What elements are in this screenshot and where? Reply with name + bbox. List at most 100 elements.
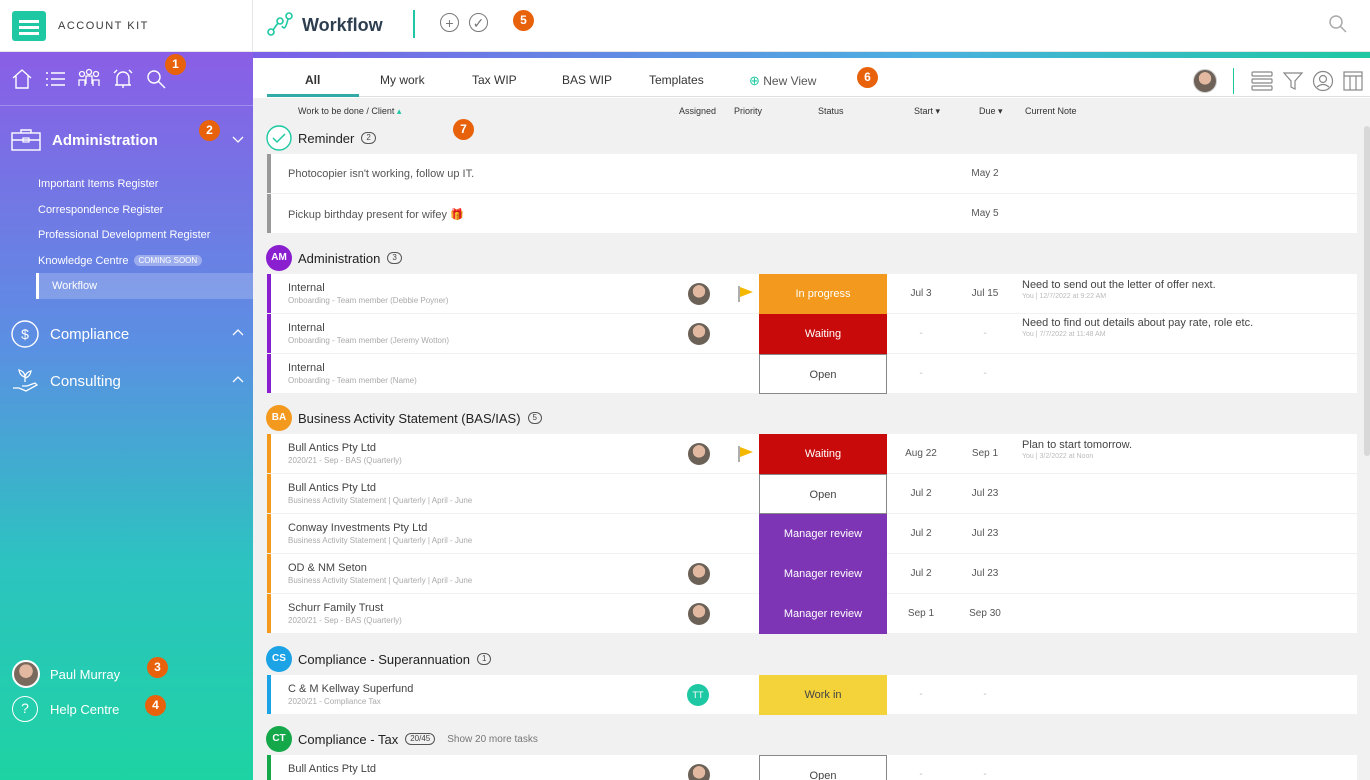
group-header-bas[interactable]: BA Business Activity Statement (BAS/IAS)… (266, 405, 542, 431)
callout-badge-4: 4 (145, 695, 166, 716)
status-cell[interactable]: Open (759, 474, 887, 514)
new-view-button[interactable]: ⊕ New View (749, 73, 816, 89)
priority-flag-icon[interactable] (737, 445, 755, 463)
status-cell[interactable]: Waiting (759, 434, 887, 474)
check-circle-icon[interactable]: ✓ (469, 13, 488, 32)
table-row[interactable]: Pickup birthday present for wifey 🎁 May … (267, 194, 1357, 233)
status-cell[interactable]: Waiting (759, 314, 887, 354)
group-avatar: CT (266, 726, 292, 752)
tab-templates[interactable]: Templates (649, 73, 704, 87)
table-row[interactable]: Internal Onboarding - Team member (Name)… (267, 354, 1357, 394)
tab-my-work[interactable]: My work (380, 73, 425, 87)
status-cell[interactable]: Open (759, 354, 887, 394)
assignee-avatar[interactable] (688, 563, 710, 585)
briefcase-icon (11, 129, 41, 151)
group-avatar: CS (266, 646, 292, 672)
due-date: Sep 1 (971, 448, 999, 459)
note-meta: You | 12/7/2022 at 9:22 AM (1022, 293, 1107, 300)
new-view-label: New View (763, 74, 817, 88)
status-cell[interactable]: Manager review (759, 514, 887, 554)
table-row[interactable]: Internal Onboarding - Team member (Debbi… (267, 274, 1357, 314)
assignee-avatar[interactable] (688, 764, 710, 780)
help-centre-link[interactable]: ? Help Centre (12, 696, 119, 722)
assignee-avatar[interactable] (688, 603, 710, 625)
table-row[interactable]: Bull Antics Pty Ltd Business Activity St… (267, 474, 1357, 514)
col-header-due[interactable]: Due ▾ (979, 106, 1003, 117)
tab-tax-wip[interactable]: Tax WIP (472, 73, 517, 87)
group-name: Compliance - Superannuation (298, 651, 470, 667)
sidebar-item-knowledge-centre[interactable]: Knowledge Centre COMING SOON (38, 255, 203, 267)
table-row[interactable]: Bull Antics Pty Ltd Open - - (267, 755, 1357, 780)
user-profile[interactable]: Paul Murray (12, 660, 120, 688)
alarm-icon[interactable] (111, 66, 135, 92)
status-cell[interactable]: Open (759, 755, 887, 780)
col-header-assigned[interactable]: Assigned (679, 106, 716, 116)
group-header-compliance-superannuation[interactable]: CS Compliance - Superannuation 1 (266, 646, 492, 672)
current-note[interactable]: Need to find out details about pay rate,… (1022, 318, 1262, 339)
task-subtitle: 2020/21 - Compliance Tax (288, 697, 381, 706)
chevron-up-icon[interactable] (231, 326, 245, 340)
chevron-down-icon[interactable] (231, 132, 245, 146)
sidebar-section-consulting[interactable]: Consulting (0, 362, 253, 400)
table-row[interactable]: OD & NM Seton Business Activity Statemen… (267, 554, 1357, 594)
avatar[interactable] (1193, 69, 1217, 93)
table-row[interactable]: Internal Onboarding - Team member (Jerem… (267, 314, 1357, 354)
page-title-text: Workflow (302, 14, 383, 35)
group-header-reminder[interactable]: Reminder 2 (266, 125, 376, 151)
group-header-administration[interactable]: AM Administration 3 (266, 245, 402, 271)
sidebar-item-correspondence-register[interactable]: Correspondence Register (38, 204, 163, 216)
tab-bas-wip[interactable]: BAS WIP (562, 73, 612, 87)
scrollbar[interactable] (1364, 126, 1370, 456)
table-row[interactable]: Schurr Family Trust 2020/21 - Sep - BAS … (267, 594, 1357, 634)
priority-flag-icon[interactable] (737, 285, 755, 303)
client-name: OD & NM Seton (288, 562, 367, 574)
add-icon[interactable]: + (440, 13, 459, 32)
current-note[interactable]: Need to send out the letter of offer nex… (1022, 280, 1262, 301)
table-row[interactable]: Photocopier isn't working, follow up IT.… (267, 154, 1357, 193)
sidebar-item-professional-development-register[interactable]: Professional Development Register (38, 229, 210, 241)
help-icon: ? (12, 696, 38, 722)
chevron-up-icon[interactable] (231, 373, 245, 387)
assignee-avatar[interactable] (688, 443, 710, 465)
col-header-start[interactable]: Start ▾ (914, 106, 940, 117)
sidebar-section-compliance[interactable]: $ Compliance (0, 315, 253, 353)
col-header-priority[interactable]: Priority (734, 106, 762, 116)
table-row[interactable]: Conway Investments Pty Ltd Business Acti… (267, 514, 1357, 554)
assignee-avatar[interactable] (688, 283, 710, 305)
col-header-work[interactable]: Work to be done / Client ▴ (298, 106, 401, 117)
sidebar-item-important-items-register[interactable]: Important Items Register (38, 178, 158, 190)
client-name: Bull Antics Pty Ltd (288, 482, 377, 494)
user-circle-icon[interactable] (1312, 70, 1334, 92)
col-header-status[interactable]: Status (818, 106, 844, 116)
people-icon[interactable] (76, 66, 102, 92)
search-icon[interactable] (144, 66, 168, 92)
task-subtitle: Onboarding - Team member (Name) (288, 376, 417, 385)
sidebar-item-workflow[interactable]: Workflow (52, 280, 97, 292)
callout-badge-7: 7 (453, 119, 474, 140)
columns-icon[interactable] (1342, 70, 1364, 92)
status-cell[interactable]: Work in (759, 675, 887, 715)
start-date: Sep 1 (907, 608, 935, 619)
brand-logo[interactable]: ACCOUNT KIT (0, 0, 253, 52)
group-rows-icon[interactable] (1250, 70, 1274, 92)
filter-icon[interactable] (1282, 70, 1304, 92)
status-cell[interactable]: Manager review (759, 594, 887, 634)
start-date: - (919, 328, 923, 339)
status-cell[interactable]: Manager review (759, 554, 887, 594)
table-row[interactable]: Bull Antics Pty Ltd 2020/21 - Sep - BAS … (267, 434, 1357, 474)
top-bar: ACCOUNT KIT Workflow + ✓ 5 (0, 0, 1370, 52)
callout-badge-2: 2 (199, 120, 220, 141)
list-icon[interactable] (43, 66, 67, 92)
status-cell[interactable]: In progress (759, 274, 887, 314)
show-more-tasks-link[interactable]: Show 20 more tasks (447, 734, 538, 745)
col-header-current-note[interactable]: Current Note (1025, 106, 1077, 116)
tab-all[interactable]: All (305, 73, 320, 87)
search-icon[interactable] (1328, 14, 1348, 34)
assignee-avatar[interactable] (688, 323, 710, 345)
group-header-compliance-tax[interactable]: CT Compliance - Tax 20/45 Show 20 more t… (266, 726, 538, 752)
current-note[interactable]: Plan to start tomorrow. You | 3/2/2022 at… (1022, 440, 1262, 461)
callout-badge-3: 3 (147, 657, 168, 678)
table-row[interactable]: C & M Kellway Superfund 2020/21 - Compli… (267, 675, 1357, 715)
home-icon[interactable] (10, 66, 34, 92)
assignee-avatar[interactable]: TT (687, 684, 709, 706)
